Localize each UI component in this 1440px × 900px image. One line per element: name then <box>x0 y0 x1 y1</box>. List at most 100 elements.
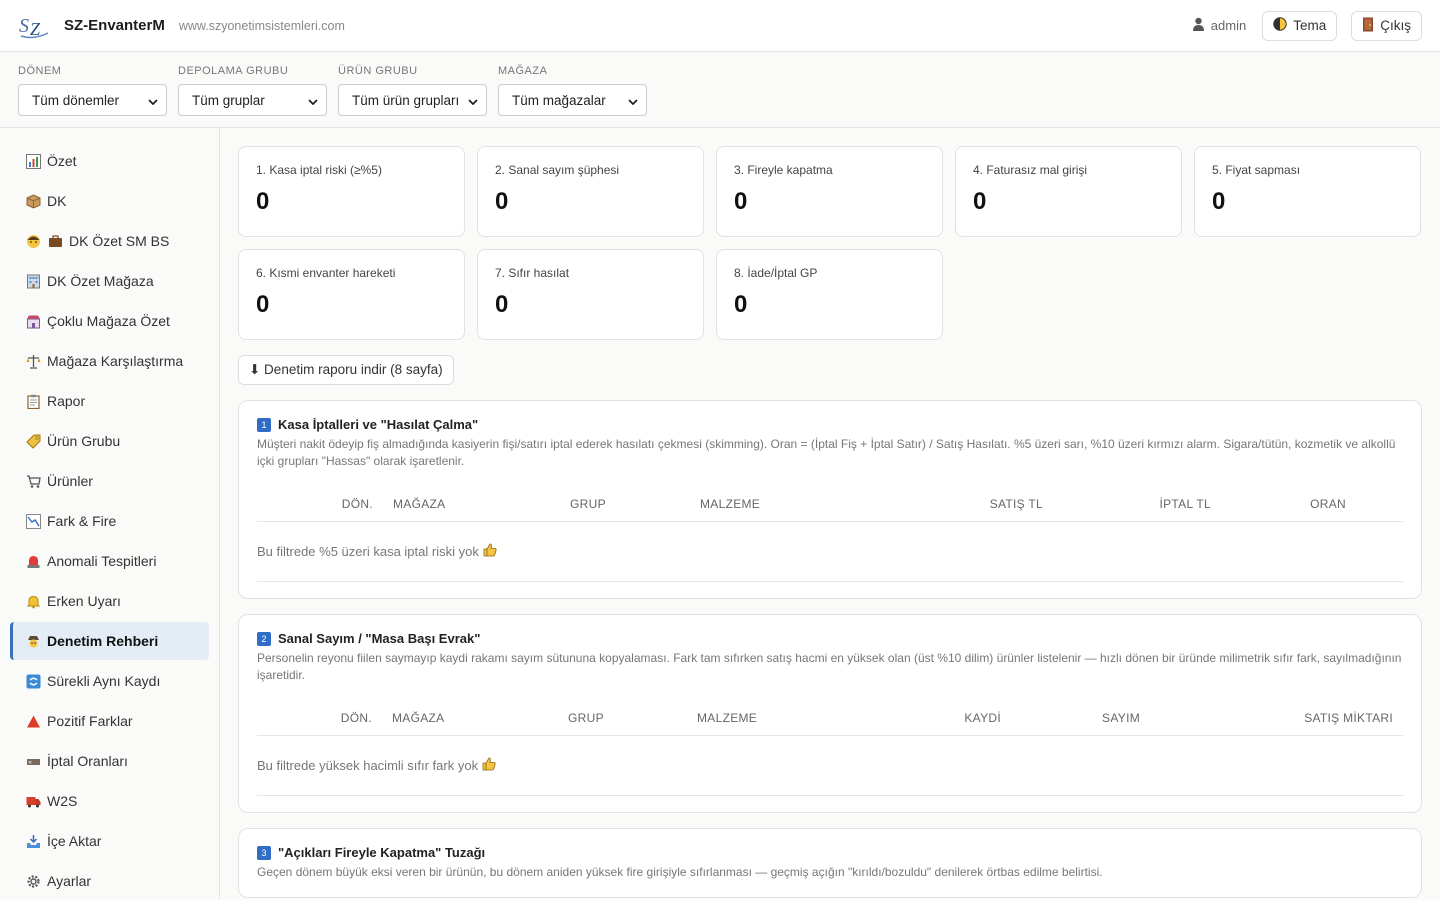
sidebar-item-ozet[interactable]: Özet <box>10 142 209 180</box>
thumbs-up-icon <box>483 543 497 560</box>
cancel-icon: ✕ <box>25 753 41 769</box>
section-heading: 1 Kasa İptalleri ve "Hasılat Çalma" <box>257 417 1403 432</box>
sidebar-item-denetim-rehberi[interactable]: Denetim Rehberi <box>10 622 209 660</box>
sidebar-item-label: Ürün Grubu <box>47 433 121 449</box>
filter-bar: DÖNEM Tüm dönemler DEPOLAMA GRUBU Tüm gr… <box>0 52 1440 128</box>
section-description: Müşteri nakit ödeyip fiş almadığında kas… <box>257 437 1396 468</box>
column-header[interactable]: MAĞAZA <box>392 711 568 725</box>
sidebar-item-dk-ozet-magaza[interactable]: DK Özet Mağaza <box>10 262 209 300</box>
card-title: 8. İade/İptal GP <box>734 266 818 280</box>
chevron-down-icon <box>628 93 638 108</box>
summary-card[interactable]: 4. Faturasız mal girişi 0 <box>955 146 1182 237</box>
sidebar-item-label: DK <box>47 193 67 209</box>
empty-state-text: Bu filtrede yüksek hacimli sıfır fark yo… <box>257 758 479 773</box>
card-value: 0 <box>495 188 509 215</box>
column-header[interactable]: GRUP <box>568 711 697 725</box>
column-header[interactable]: GRUP <box>570 497 700 511</box>
storage-group-select-value: Tüm gruplar <box>192 92 265 108</box>
storage-group-select[interactable]: Tüm gruplar <box>178 84 327 116</box>
chevron-down-icon <box>308 93 318 108</box>
summary-card[interactable]: 2. Sanal sayım şüphesi 0 <box>477 146 704 237</box>
section-title: "Açıkları Fireyle Kapatma" Tuzağı <box>278 845 486 860</box>
section-description: Geçen dönem büyük eksi veren bir ürünün,… <box>257 865 1103 879</box>
theme-button[interactable]: Tema <box>1262 10 1338 41</box>
sidebar-item-urunler[interactable]: Ürünler <box>10 462 209 500</box>
sidebar-item-label: Ayarlar <box>47 873 92 889</box>
sidebar-item-erken-uyari[interactable]: Erken Uyarı <box>10 582 209 620</box>
summary-card[interactable]: 5. Fiyat sapması 0 <box>1194 146 1421 237</box>
bell-icon <box>25 593 41 609</box>
store-icon <box>25 313 41 329</box>
sidebar-item-label: Çoklu Mağaza Özet <box>47 313 170 329</box>
sidebar-item-fark-fire[interactable]: Fark & Fire <box>10 502 209 540</box>
sidebar-item-rapor[interactable]: Rapor <box>10 382 209 420</box>
period-select-value: Tüm dönemler <box>32 92 120 108</box>
summary-card[interactable]: 7. Sıfır hasılat 0 <box>477 249 704 340</box>
sidebar-item-anomali-tespitleri[interactable]: Anomali Tespitleri <box>10 542 209 580</box>
filter-storage-group-label: DEPOLAMA GRUBU <box>178 65 289 77</box>
product-group-select[interactable]: Tüm ürün grupları <box>338 84 487 116</box>
sidebar-item-iptal-oranlari[interactable]: ✕ İptal Oranları <box>10 742 209 780</box>
filter-product-group-label: ÜRÜN GRUBU <box>338 65 418 77</box>
filter-period-label: DÖNEM <box>18 65 62 77</box>
summary-card[interactable]: 6. Kısmi envanter hareketi 0 <box>238 249 465 340</box>
column-header[interactable]: SATIŞ MİKTARI <box>1140 711 1393 725</box>
number-badge: 2 <box>257 631 271 646</box>
number-badge: 3 <box>257 845 271 860</box>
card-title: 6. Kısmi envanter hareketi <box>256 266 396 280</box>
card-value: 0 <box>734 291 748 318</box>
download-report-button[interactable]: ⬇ Denetim raporu indir (8 sayfa) <box>238 355 454 385</box>
user-indicator: admin <box>1192 17 1246 34</box>
detective-icon <box>25 633 41 649</box>
sidebar-item-surekli-ayni-kaydi[interactable]: Sürekli Aynı Kaydı <box>10 662 209 700</box>
logout-label: Çıkış <box>1380 18 1411 33</box>
column-header[interactable]: ORAN <box>1211 497 1346 511</box>
user-icon <box>1192 17 1205 34</box>
card-value: 0 <box>256 291 270 318</box>
column-header[interactable]: DÖN. <box>257 497 373 511</box>
person-icon <box>25 233 41 249</box>
summary-card[interactable]: 1. Kasa iptal riski (≥%5) 0 <box>238 146 465 237</box>
column-header[interactable]: KAYDİ <box>897 711 1001 725</box>
column-header[interactable]: MALZEME <box>697 711 897 725</box>
sidebar-item-label: DK Özet Mağaza <box>47 273 154 289</box>
product-group-select-value: Tüm ürün grupları <box>352 92 460 108</box>
sidebar-item-magaza-karsilastirma[interactable]: Mağaza Karşılaştırma <box>10 342 209 380</box>
main-content: 1. Kasa iptal riski (≥%5) 0 2. Sanal say… <box>220 128 1440 900</box>
site-url[interactable]: www.szyonetimsistemleri.com <box>179 19 345 33</box>
bar-chart-icon <box>25 153 41 169</box>
sidebar-item-pozitif-farklar[interactable]: Pozitif Farklar <box>10 702 209 740</box>
building-icon <box>25 273 41 289</box>
empty-state-text: Bu filtrede %5 üzeri kasa iptal riski yo… <box>257 544 479 559</box>
import-icon <box>25 833 41 849</box>
section-heading: 3 "Açıkları Fireyle Kapatma" Tuzağı <box>257 845 1403 860</box>
sidebar-item-label: Denetim Rehberi <box>47 633 159 649</box>
summary-cards: 1. Kasa iptal riski (≥%5) 0 2. Sanal say… <box>238 146 1422 340</box>
column-header[interactable]: DÖN. <box>257 711 372 725</box>
sidebar-item-label: Rapor <box>47 393 86 409</box>
sidebar-item-dk-ozet-sm-bs[interactable]: DK Özet SM BS <box>10 222 209 260</box>
period-select[interactable]: Tüm dönemler <box>18 84 167 116</box>
app-logo: S Z <box>18 13 50 39</box>
sidebar-item-ice-aktar[interactable]: İçe Aktar <box>10 822 209 860</box>
summary-card[interactable]: 8. İade/İptal GP 0 <box>716 249 943 340</box>
column-header[interactable]: SAYIM <box>1001 711 1140 725</box>
repeat-icon <box>25 673 41 689</box>
logout-button[interactable]: Çıkış <box>1351 10 1422 41</box>
section-heading: 2 Sanal Sayım / "Masa Başı Evrak" <box>257 631 1403 646</box>
sidebar-item-dk[interactable]: DK <box>10 182 209 220</box>
svg-text:S: S <box>19 15 29 37</box>
column-header[interactable]: MALZEME <box>700 497 920 511</box>
door-icon <box>1362 17 1374 35</box>
sidebar-item-urun-grubu[interactable]: Ürün Grubu <box>10 422 209 460</box>
sidebar-item-w2s[interactable]: W2S <box>10 782 209 820</box>
column-header[interactable]: SATIŞ TL <box>920 497 1043 511</box>
sidebar-item-coklu-magaza-ozet[interactable]: Çoklu Mağaza Özet <box>10 302 209 340</box>
summary-card[interactable]: 3. Fireyle kapatma 0 <box>716 146 943 237</box>
app-title: SZ-EnvanterM <box>64 17 165 34</box>
store-select[interactable]: Tüm mağazalar <box>498 84 647 116</box>
trend-icon <box>25 513 41 529</box>
column-header[interactable]: İPTAL TL <box>1043 497 1211 511</box>
column-header[interactable]: MAĞAZA <box>393 497 570 511</box>
sidebar-item-ayarlar[interactable]: Ayarlar <box>10 862 209 900</box>
